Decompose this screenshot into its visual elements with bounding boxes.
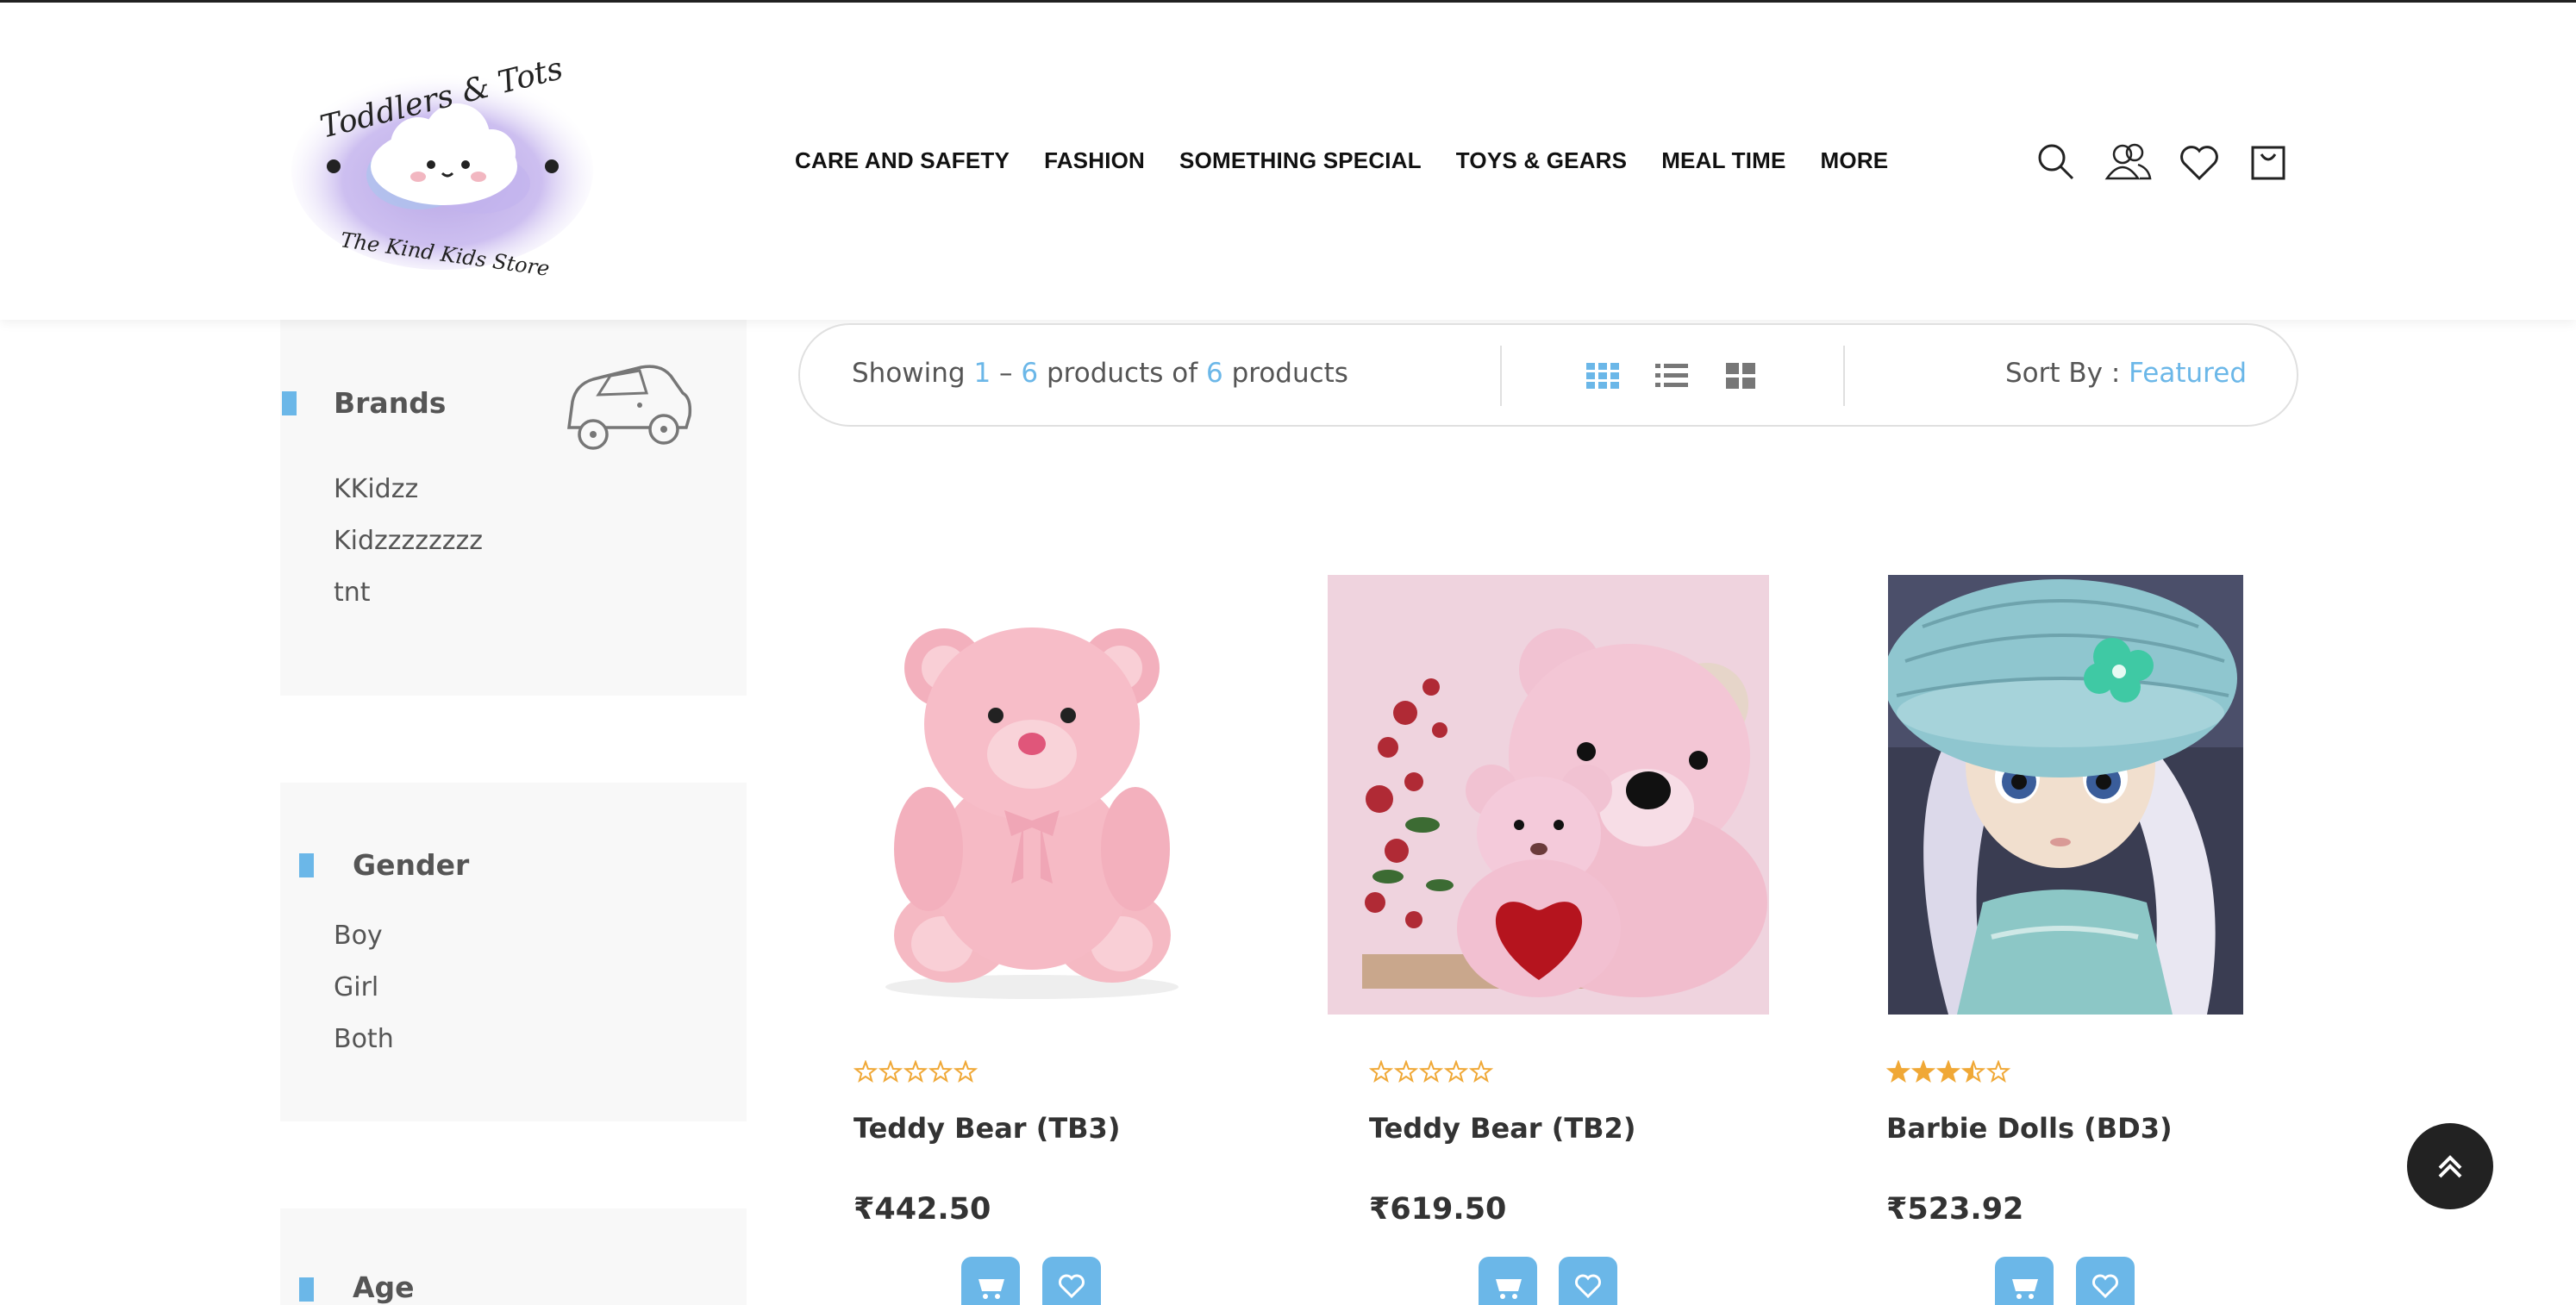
product-image[interactable] — [1328, 575, 1769, 1015]
age-filter-panel: Age — [280, 1208, 747, 1305]
star-outline-icon — [853, 1059, 878, 1083]
star-outline-icon — [1418, 1059, 1444, 1083]
star-outline-icon — [1368, 1059, 1394, 1083]
add-to-cart-button[interactable] — [961, 1257, 1020, 1305]
wishlist-icon[interactable] — [2178, 140, 2221, 184]
range-to: 6 — [1021, 358, 1039, 389]
gender-list: Boy Girl Both — [334, 910, 394, 1065]
nav-more[interactable]: MORE — [1821, 147, 1889, 174]
site-header: Toddlers & Tots The Kind Kids Store CARE… — [0, 3, 2576, 320]
product-rating — [1368, 1059, 1498, 1088]
brand-option[interactable]: Kidzzzzzzzz — [334, 515, 483, 567]
list-view-icon[interactable] — [1654, 359, 1690, 392]
double-chevron-up-icon — [2438, 1155, 2462, 1178]
cart-icon[interactable] — [2247, 140, 2290, 184]
product-rating — [853, 1059, 983, 1088]
add-to-wishlist-button[interactable] — [2076, 1257, 2135, 1305]
products-label: products — [1231, 358, 1348, 389]
gender-option[interactable]: Girl — [334, 962, 394, 1014]
add-to-cart-button[interactable] — [1995, 1257, 2054, 1305]
add-to-wishlist-button[interactable] — [1042, 1257, 1101, 1305]
search-icon[interactable] — [2035, 140, 2078, 184]
nav-toys-and-gears[interactable]: TOYS & GEARS — [1456, 147, 1627, 174]
grid-small-view-icon[interactable] — [1585, 359, 1621, 392]
gender-option[interactable]: Both — [334, 1014, 394, 1065]
product-rating — [1885, 1059, 2016, 1088]
header-actions — [2035, 140, 2290, 184]
grid-large-view-icon[interactable] — [1723, 359, 1759, 392]
section-marker — [299, 1277, 314, 1302]
nav-fashion[interactable]: FASHION — [1044, 147, 1145, 174]
toolbar-divider — [1500, 346, 1502, 406]
product-name[interactable]: Teddy Bear (TB3) — [853, 1112, 1120, 1145]
showing-label: Showing — [852, 358, 966, 389]
section-marker — [299, 853, 314, 877]
section-marker — [282, 391, 297, 415]
product-price: ₹523.92 — [1886, 1192, 2024, 1227]
star-outline-icon — [953, 1059, 979, 1083]
star-outline-icon — [1393, 1059, 1419, 1083]
nav-care-and-safety[interactable]: CARE AND SAFETY — [795, 147, 1010, 174]
product-name[interactable]: Barbie Dolls (BD3) — [1886, 1112, 2173, 1145]
product-name[interactable]: Teddy Bear (TB2) — [1369, 1112, 1635, 1145]
nav-meal-time[interactable]: MEAL TIME — [1661, 147, 1785, 174]
scroll-to-top-button[interactable] — [2407, 1123, 2493, 1209]
product-price: ₹442.50 — [853, 1192, 991, 1227]
nav-something-special[interactable]: SOMETHING SPECIAL — [1179, 147, 1422, 174]
gender-option[interactable]: Boy — [334, 910, 394, 962]
star-outline-icon — [878, 1059, 903, 1083]
listing-toolbar: Showing 1 – 6 products of 6 products Sor… — [798, 323, 2298, 427]
product-image[interactable] — [832, 573, 1233, 1013]
star-outline-icon — [928, 1059, 953, 1083]
sort-value[interactable]: Featured — [2129, 358, 2247, 389]
product-image[interactable] — [1884, 575, 2243, 1015]
range-dash: – — [999, 358, 1013, 389]
star-outline-icon — [1468, 1059, 1494, 1083]
product-price: ₹619.50 — [1369, 1192, 1507, 1227]
brand-option[interactable]: KKidzz — [334, 464, 483, 515]
star-outline-icon — [1443, 1059, 1469, 1083]
range-from: 1 — [973, 358, 991, 389]
age-title: Age — [353, 1271, 415, 1304]
store-logo[interactable]: Toddlers & Tots The Kind Kids Store — [289, 46, 595, 287]
toolbar-divider — [1843, 346, 1845, 406]
brands-list: KKidzz Kidzzzzzzzz tnt — [334, 464, 483, 619]
products-of-label: products of — [1047, 358, 1198, 389]
star-outline-icon — [1985, 1059, 2011, 1083]
brand-option[interactable]: tnt — [334, 567, 483, 619]
view-mode-switcher — [1585, 359, 1759, 392]
sort-label: Sort By : — [2005, 358, 2121, 389]
results-count: Showing 1 – 6 products of 6 products — [852, 358, 1348, 389]
gender-filter-panel: Gender Boy Girl Both — [280, 783, 747, 1121]
logo-graphic: Toddlers & Tots The Kind Kids Store — [291, 51, 593, 281]
account-icon[interactable] — [2104, 140, 2152, 184]
brands-filter-panel: Brands KKidzz Kidzzzzzzzz tnt — [280, 319, 747, 696]
total-count: 6 — [1205, 358, 1223, 389]
add-to-wishlist-button[interactable] — [1559, 1257, 1617, 1305]
sort-dropdown[interactable]: Sort By : Featured — [2005, 358, 2247, 389]
brands-title: Brands — [334, 386, 447, 420]
main-navigation: CARE AND SAFETY FASHION SOMETHING SPECIA… — [795, 147, 1888, 174]
add-to-cart-button[interactable] — [1479, 1257, 1537, 1305]
toy-car-icon — [567, 365, 692, 450]
gender-title: Gender — [353, 848, 470, 882]
star-outline-icon — [903, 1059, 928, 1083]
